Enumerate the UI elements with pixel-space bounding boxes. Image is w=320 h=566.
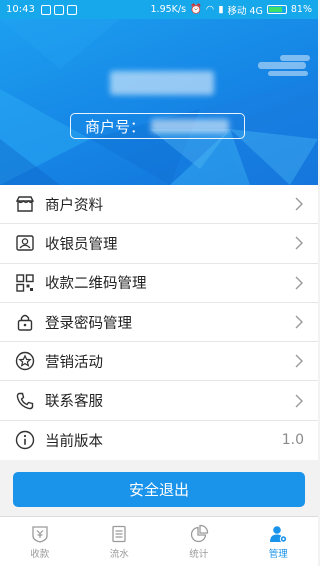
alarm-icon: ⏰ — [190, 4, 202, 15]
info-icon — [14, 429, 36, 451]
cloud-decoration — [268, 71, 308, 76]
tab-receive-payment[interactable]: 收款 — [0, 517, 80, 566]
lock-icon — [14, 311, 36, 333]
profile-header: 商户号： — [0, 19, 318, 185]
app-notification-icon — [66, 4, 77, 15]
ledger-icon — [112, 525, 126, 542]
cloud-decoration — [280, 55, 310, 61]
signal-icon: ▮ — [218, 4, 224, 15]
tab-label: 管理 — [268, 548, 288, 560]
menu-item-label: 收银员管理 — [45, 236, 118, 253]
chevron-right-icon — [295, 276, 303, 290]
status-right: 1.95K/s ⏰ ◠ ▮ 移动 4G 81% — [151, 3, 312, 17]
chat-app-icon — [40, 4, 51, 15]
tab-management[interactable]: 管理 — [239, 517, 319, 566]
notification-icons — [40, 4, 77, 15]
chevron-right-icon — [295, 315, 303, 329]
tab-transactions[interactable]: 流水 — [80, 517, 160, 566]
phone-icon — [14, 390, 36, 412]
menu-item-marketing[interactable]: 营销活动 — [0, 342, 318, 382]
menu-item-customer-service[interactable]: 联系客服 — [0, 381, 318, 421]
bottom-nav: 收款 流水 统计 管理 — [0, 516, 318, 566]
battery-icon — [266, 5, 287, 14]
yuan-shield-icon — [32, 525, 48, 543]
carrier-label: 移动 4G — [227, 5, 263, 17]
merchant-id-redacted — [151, 119, 230, 133]
network-speed: 1.95K/s — [150, 4, 187, 15]
version-value: 1.0 — [281, 432, 304, 449]
menu-item-label: 商户资料 — [45, 197, 103, 214]
merchant-name-redacted — [110, 71, 214, 95]
menu-item-label: 联系客服 — [45, 394, 103, 411]
wifi-icon: ◠ — [205, 4, 215, 15]
menu-item-cashier-management[interactable]: 收银员管理 — [0, 224, 318, 264]
menu-item-label: 登录密码管理 — [45, 315, 132, 332]
tab-label: 流水 — [109, 548, 129, 560]
star-icon — [14, 350, 36, 372]
pie-chart-icon — [190, 524, 208, 542]
image-app-icon — [53, 4, 64, 15]
menu-item-current-version[interactable]: 当前版本 1.0 — [0, 421, 318, 460]
menu-item-login-password[interactable]: 登录密码管理 — [0, 303, 318, 343]
menu-item-label: 营销活动 — [45, 354, 103, 371]
status-bar: 10:43 1.95K/s ⏰ ◠ ▮ 移动 4G 81% — [0, 0, 318, 19]
menu-item-label: 当前版本 — [45, 433, 103, 450]
chevron-right-icon — [295, 354, 303, 368]
merchant-id-box: 商户号： — [70, 113, 245, 139]
battery-percent: 81% — [290, 4, 312, 15]
user-manage-icon — [270, 525, 288, 543]
logout-button[interactable]: 安全退出 — [13, 472, 305, 507]
chevron-right-icon — [295, 236, 303, 250]
menu-item-merchant-info[interactable]: 商户资料 — [0, 185, 318, 225]
status-time: 10:43 — [6, 4, 35, 15]
settings-menu: 商户资料 收银员管理 收款二维码管理 登录密码管理 营销活动 联系客服 当前版本… — [0, 185, 318, 461]
merchant-id-label: 商户号： — [85, 117, 146, 136]
chevron-right-icon — [295, 394, 303, 408]
cloud-decoration — [258, 62, 306, 69]
tab-label: 收款 — [30, 548, 50, 560]
tab-statistics[interactable]: 统计 — [159, 517, 239, 566]
menu-item-qr-code-management[interactable]: 收款二维码管理 — [0, 264, 318, 303]
qr-code-icon — [14, 272, 36, 294]
store-icon — [14, 193, 36, 215]
tab-label: 统计 — [189, 548, 209, 560]
cashier-card-icon — [14, 232, 36, 254]
polygon-background — [0, 19, 318, 185]
chevron-right-icon — [295, 197, 303, 211]
menu-item-label: 收款二维码管理 — [45, 276, 147, 293]
